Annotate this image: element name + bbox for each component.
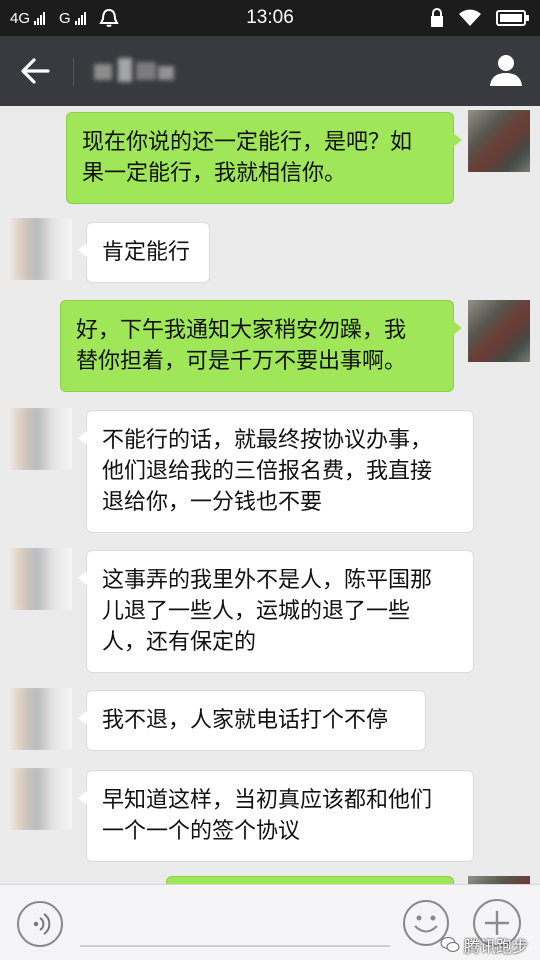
voice-button[interactable] — [17, 901, 63, 947]
message-bubble-sent[interactable]: 现在你说的还一定能行，是吧？如 果一定能行，我就相信你。 — [66, 112, 462, 204]
contact-avatar[interactable] — [10, 768, 72, 830]
message-bubble-received[interactable]: 不能行的话，就最终按协议办事， 他们退给我的三倍报名费，我直接 退给你，一分钱也… — [78, 410, 474, 533]
message-bubble-sent[interactable] — [166, 876, 454, 884]
voice-icon — [33, 913, 51, 935]
watermark-text: 腾讯跑步 — [464, 937, 529, 956]
contact-avatar[interactable] — [10, 218, 72, 280]
my-avatar[interactable] — [468, 110, 530, 172]
person-icon — [490, 55, 522, 86]
contact-name-pixelated — [92, 52, 178, 88]
profile-button[interactable] — [488, 52, 524, 88]
back-button[interactable] — [18, 54, 54, 88]
message-bubble-received[interactable]: 我不退，人家就电话打个不停 — [78, 690, 426, 751]
message-bubble-sent[interactable]: 好，下午我通知大家稍安勿躁，我 替你担着，可是千万不要出事啊。 — [60, 300, 462, 392]
wechat-logo-icon — [440, 937, 460, 952]
message-bubble-received[interactable]: 早知道这样，当初真应该都和他们 一个一个的签个协议 — [78, 770, 474, 862]
contact-avatar[interactable] — [10, 408, 72, 470]
header-divider — [73, 58, 74, 86]
contact-avatar[interactable] — [10, 548, 72, 610]
battery-icon — [496, 10, 529, 26]
my-avatar[interactable] — [468, 876, 530, 884]
chat-header — [0, 36, 540, 106]
arrow-left-icon — [21, 58, 50, 84]
watermark: 腾讯跑步 — [440, 933, 528, 957]
message-bubble-received[interactable]: 这事弄的我里外不是人，陈平国那 儿退了一些人，运城的退了一些 人，还有保定的 — [78, 550, 474, 673]
wifi-icon — [459, 9, 481, 26]
message-bubble-received[interactable]: 肯定能行 — [78, 222, 210, 283]
message-list[interactable]: 现在你说的还一定能行，是吧？如 果一定能行，我就相信你。 肯定能行 好，下午我通… — [0, 106, 540, 884]
status-bar: 4G G 13:06 — [0, 0, 540, 36]
contact-avatar[interactable] — [10, 688, 72, 750]
status-right — [430, 8, 530, 28]
message-input[interactable] — [80, 945, 390, 947]
my-avatar[interactable] — [468, 300, 530, 362]
lock-icon — [431, 8, 443, 27]
